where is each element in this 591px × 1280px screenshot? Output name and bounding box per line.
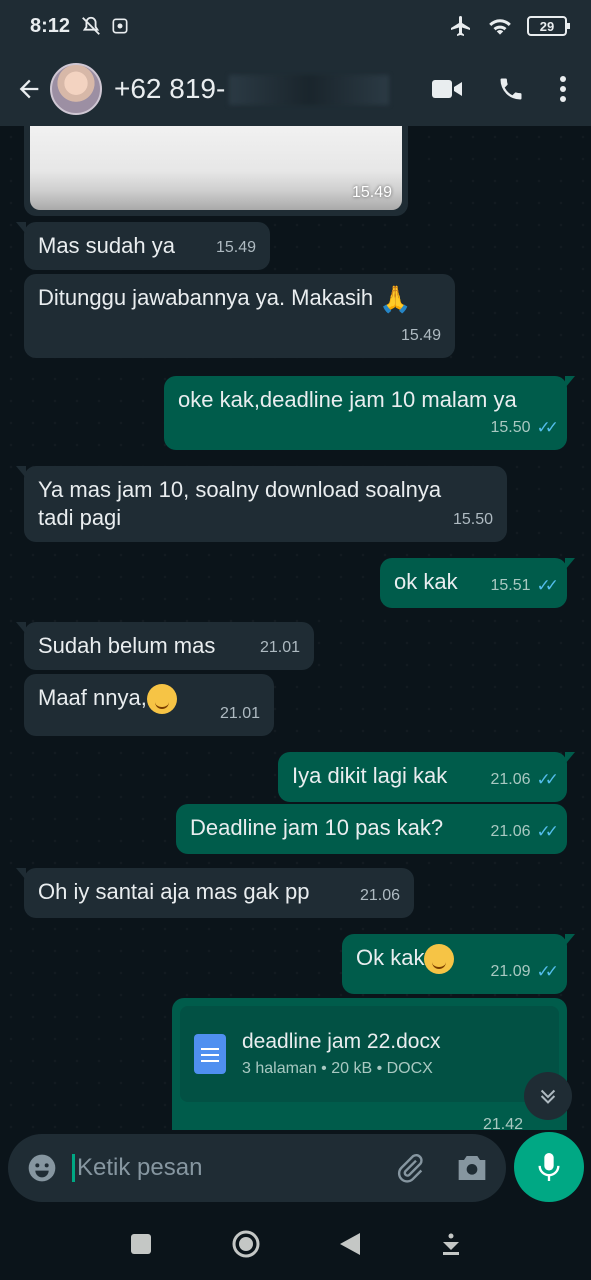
message-text: oke kak,deadline jam 10 malam ya — [178, 387, 517, 412]
back-arrow-icon[interactable] — [14, 75, 44, 103]
message-time: 21.42 — [482, 1116, 523, 1130]
hide-keyboard-icon[interactable] — [440, 1232, 462, 1256]
message-text: Ditunggu jawabannya ya. Makasih — [38, 285, 374, 310]
contact-name[interactable]: +62 819- — [114, 73, 390, 106]
back-icon[interactable] — [338, 1231, 362, 1257]
scroll-down-icon[interactable] — [524, 1072, 572, 1120]
message-text: Sudah belum mas — [38, 633, 216, 658]
message-outgoing[interactable]: ok kak 15.51 ✓✓ — [380, 558, 575, 608]
message-text: Iya dikit lagi kak — [292, 763, 448, 788]
message-time: 21.06 — [359, 887, 400, 904]
message-input-bar — [8, 1134, 506, 1202]
document-name: deadline jam 22.docx — [242, 1030, 441, 1053]
read-ticks-icon: ✓✓ — [536, 576, 559, 595]
message-text: Oh iy santai aja mas gak pp — [38, 879, 310, 904]
emoji-icon[interactable] — [26, 1152, 58, 1184]
message-time: 15.50 — [452, 511, 493, 528]
read-ticks-icon: ✓✓ — [536, 418, 559, 437]
camera-icon[interactable] — [456, 1153, 488, 1183]
message-time: 21.06 — [490, 823, 531, 840]
smiling-face-emoji — [146, 684, 177, 715]
message-text-line2: tadi pagi — [38, 505, 122, 530]
mute-notification-icon — [82, 16, 100, 35]
document-info: 3 halaman • 20 kB • DOCX — [242, 1060, 433, 1077]
message-time: 21.09 — [490, 963, 531, 980]
video-call-icon[interactable] — [431, 77, 463, 101]
smiling-face-emoji — [424, 944, 455, 975]
wifi-icon — [489, 19, 511, 35]
image-message[interactable]: 15.49 — [24, 126, 408, 216]
message-incoming[interactable]: Ya mas jam 10, soalny download soalnya t… — [16, 466, 507, 542]
mic-icon[interactable] — [514, 1132, 584, 1202]
message-time: 21.01 — [219, 705, 260, 722]
message-outgoing[interactable]: Deadline jam 10 pas kak? 21.06 ✓✓ — [176, 804, 567, 854]
composer — [0, 1130, 591, 1208]
read-ticks-icon: ✓✓ — [536, 770, 559, 789]
recent-apps-icon[interactable] — [129, 1232, 153, 1256]
airplane-mode-icon — [451, 16, 470, 36]
redacted-number — [229, 75, 390, 106]
message-incoming[interactable]: Oh iy santai aja mas gak pp 21.06 — [16, 868, 414, 918]
message-text: Ya mas jam 10, soalny download soalnya — [38, 477, 442, 502]
message-outgoing[interactable]: Ok kak 21.09 ✓✓ — [342, 934, 575, 994]
status-bar: 8:12 29 — [0, 0, 591, 52]
message-input[interactable] — [72, 1154, 394, 1182]
message-time: 21.01 — [259, 639, 300, 656]
battery-indicator: 29 — [527, 16, 570, 36]
more-icon[interactable] — [559, 75, 567, 103]
read-ticks-icon: ✓✓ — [536, 822, 559, 841]
message-outgoing[interactable]: oke kak,deadline jam 10 malam ya 15.50 ✓✓ — [164, 376, 575, 450]
system-navigation-bar — [0, 1208, 591, 1280]
message-time: 15.49 — [351, 184, 392, 201]
message-text: Ok kak — [356, 945, 425, 970]
document-card[interactable]: deadline jam 22.docx 3 halaman • 20 kB •… — [180, 1006, 559, 1102]
attach-icon[interactable] — [394, 1152, 426, 1184]
message-time: 15.51 — [490, 577, 531, 594]
message-time: 15.50 — [490, 419, 531, 436]
message-time: 15.49 — [215, 239, 256, 256]
phone-icon[interactable] — [497, 75, 525, 103]
status-time: 8:12 — [30, 14, 71, 37]
chat-area[interactable]: 15.49 Mas sudah ya 15.49 Ditunggu jawaba… — [0, 126, 591, 1130]
read-ticks-icon: ✓✓ — [536, 962, 559, 981]
message-text: ok kak — [394, 569, 458, 594]
message-time: 21.06 — [490, 771, 531, 788]
contact-avatar[interactable] — [50, 63, 102, 115]
message-outgoing[interactable]: Iya dikit lagi kak 21.06 ✓✓ — [278, 752, 575, 802]
message-incoming[interactable]: Ditunggu jawabannya ya. Makasih 🙏 15.49 — [24, 274, 455, 358]
message-text: Mas sudah ya — [38, 233, 175, 258]
message-incoming[interactable]: Mas sudah ya 15.49 — [16, 222, 270, 270]
document-message[interactable]: deadline jam 22.docx 3 halaman • 20 kB •… — [172, 998, 567, 1130]
message-time: 15.49 — [400, 327, 441, 344]
app-notification-icon — [112, 18, 128, 34]
image-preview[interactable]: 15.49 — [30, 126, 402, 210]
folded-hands-emoji: 🙏 — [379, 284, 412, 315]
message-text: Deadline jam 10 pas kak? — [190, 815, 444, 840]
document-icon — [194, 1034, 226, 1074]
home-icon[interactable] — [231, 1229, 261, 1259]
message-incoming[interactable]: Sudah belum mas 21.01 — [16, 622, 314, 670]
message-incoming[interactable]: Maaf nnya, 21.01 — [24, 674, 274, 736]
chat-header: +62 819- — [0, 52, 591, 126]
message-text: Maaf nnya, — [38, 685, 147, 710]
